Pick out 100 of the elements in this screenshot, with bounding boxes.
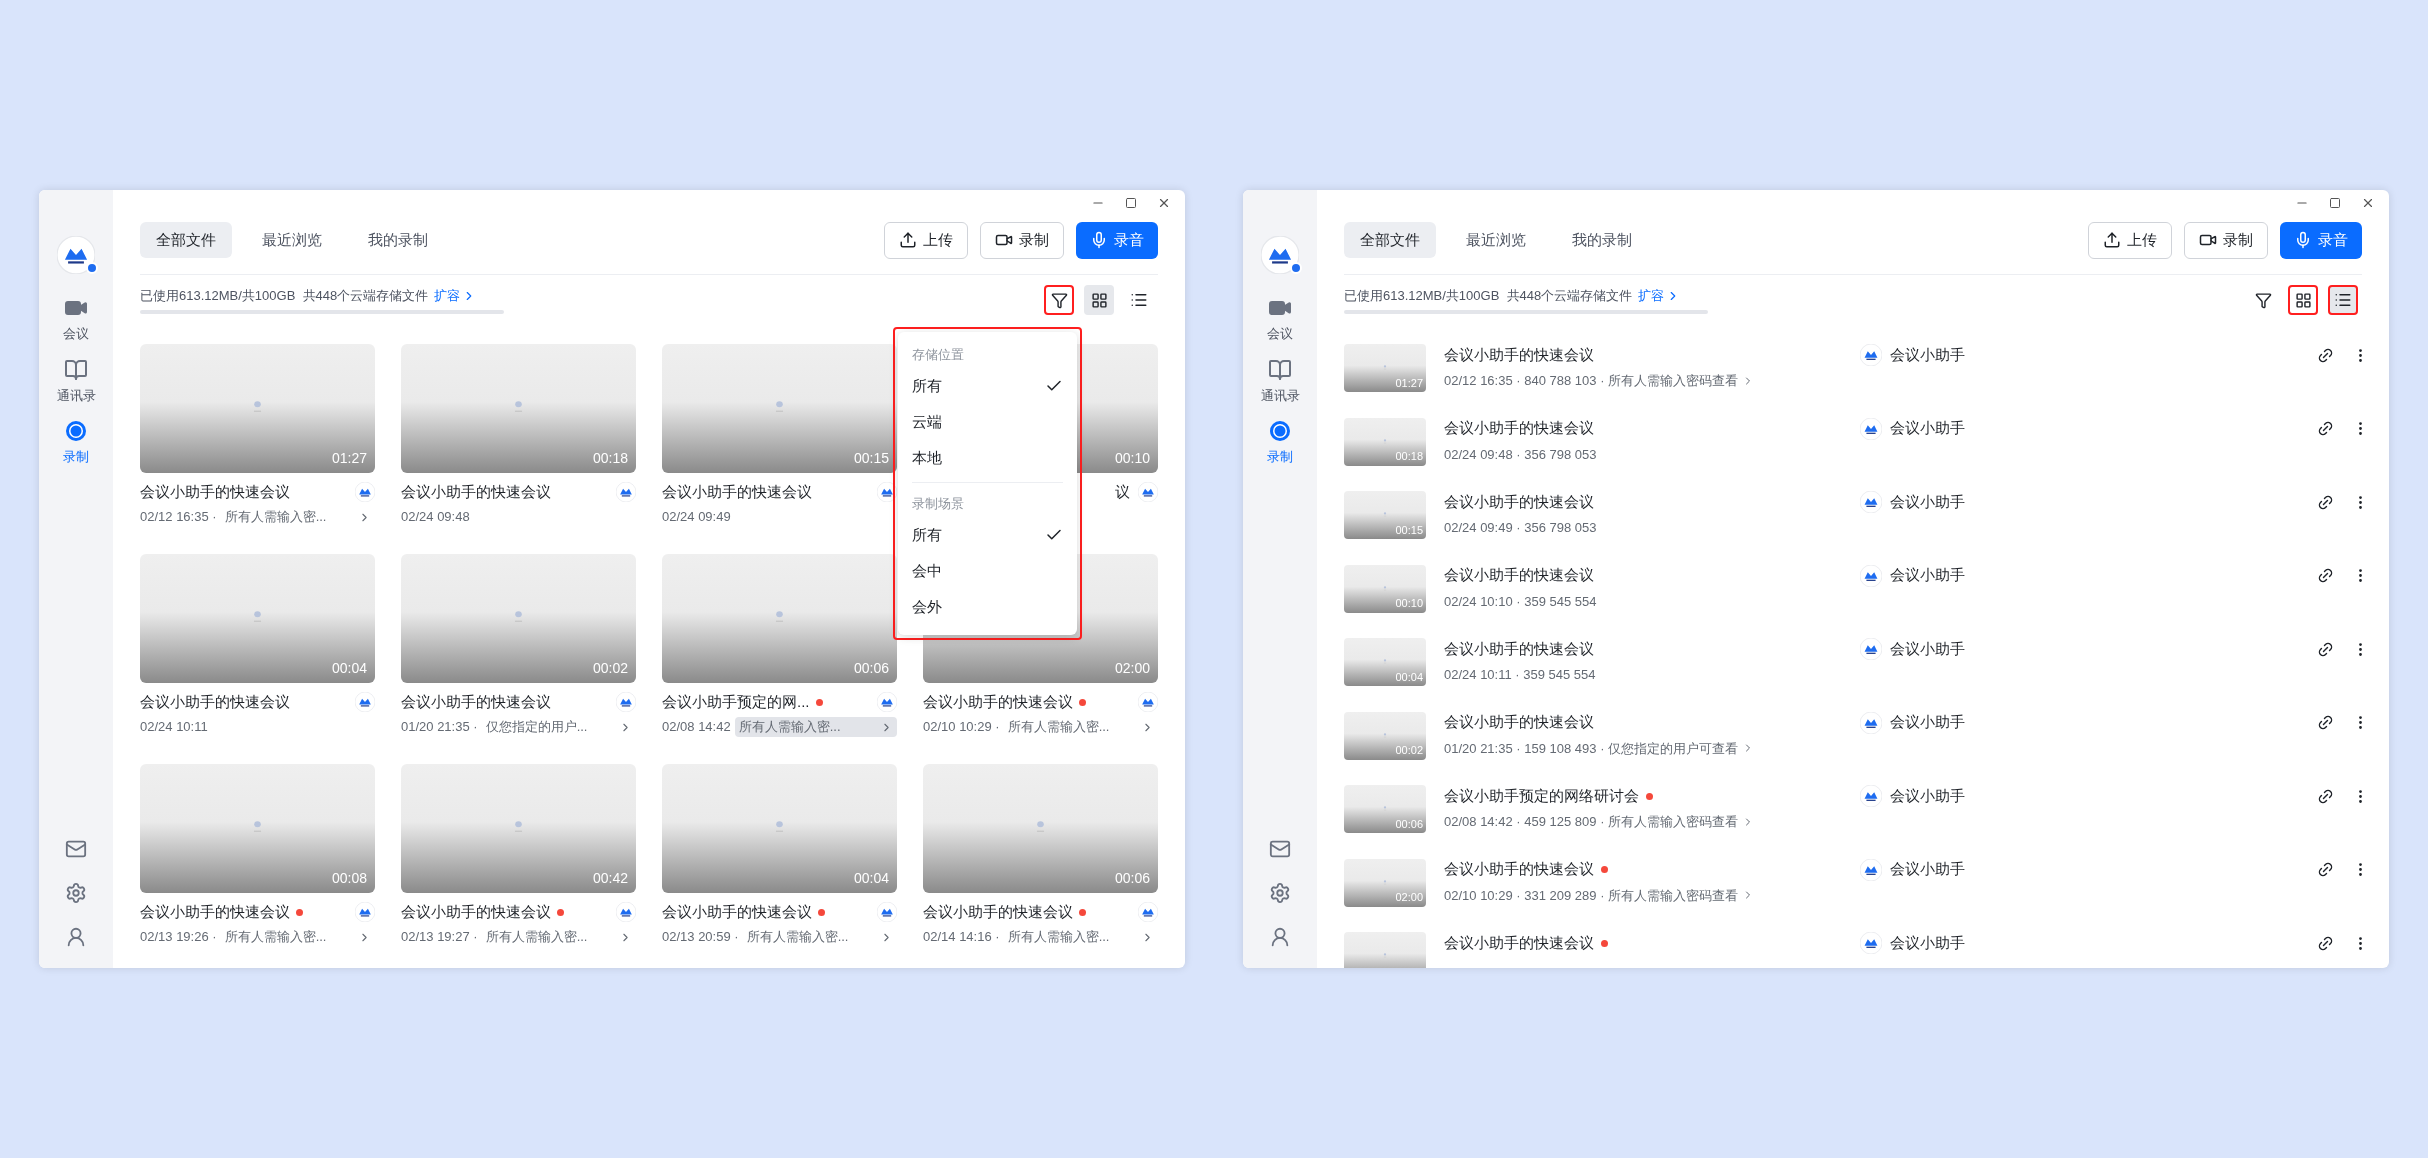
file-title[interactable]: 会议小助手的快速会议 [662, 480, 869, 504]
tab[interactable]: 最近浏览 [246, 222, 338, 258]
user-icon[interactable] [1269, 926, 1291, 948]
app-logo-icon [1860, 491, 1882, 513]
tab[interactable]: 全部文件 [140, 222, 232, 258]
filter-button[interactable] [1044, 285, 1074, 315]
access-link[interactable]: 所有人需输入密... [1003, 717, 1158, 737]
file-title[interactable]: 会议小助手的快速会议 [401, 900, 608, 924]
access-link[interactable]: 所有人需输入密码查看 [1608, 812, 1755, 832]
sidebar-item[interactable]: 通讯录 [56, 357, 96, 405]
tab[interactable]: 全部文件 [1344, 222, 1436, 258]
access-link[interactable]: 所有人需输入密... [220, 507, 375, 527]
expand-link[interactable]: 扩容 [1638, 286, 1681, 306]
owner-name: 会议小助手 [1890, 859, 1965, 880]
action-button[interactable]: 录音 [1076, 221, 1158, 259]
list-button[interactable] [2328, 285, 2358, 315]
sidebar-item[interactable]: 通讯录 [1260, 357, 1300, 405]
menu-option[interactable]: 所有 [912, 517, 1063, 553]
mail-icon[interactable] [1269, 838, 1291, 860]
tab[interactable]: 我的录制 [1556, 222, 1648, 258]
sidebar-item[interactable]: 会议 [1260, 296, 1300, 344]
access-link[interactable]: 仅您指定的用户... [481, 717, 636, 737]
maximize-icon[interactable] [1125, 197, 1137, 209]
action-button[interactable]: 上传 [884, 221, 968, 259]
duration: 00:08 [331, 869, 367, 888]
grid-icon [1090, 291, 1108, 309]
access-link[interactable]: 所有人需输入密码查看 [1608, 885, 1755, 905]
file-title[interactable]: 会议小助手的快速会议 [401, 690, 608, 714]
close-icon[interactable] [2361, 196, 2375, 210]
mail-icon[interactable] [65, 838, 87, 860]
storage-info: 已使用613.12MB/共100GB 共448个云端存储文件 [1344, 287, 1633, 306]
upload-icon [2103, 231, 2121, 249]
file-title[interactable]: 会议小助手的快速会议 [140, 900, 347, 924]
grid-button[interactable] [1084, 285, 1114, 315]
close-icon[interactable] [1157, 196, 1171, 210]
file-title[interactable]: 会议小助手的快速会议 [1444, 417, 1860, 440]
file-meta: 02/24 10:11 · 359 545 554 [1444, 666, 1596, 684]
file-title[interactable]: 会议小助手的快速会议 [923, 900, 1130, 924]
action-button[interactable]: 录制 [980, 221, 1064, 259]
duration: 00:18 [1395, 449, 1423, 464]
owner-name: 会议小助手 [1890, 565, 1965, 586]
tab[interactable]: 我的录制 [352, 222, 444, 258]
maximize-icon[interactable] [2329, 197, 2341, 209]
menu-option[interactable]: 会外 [912, 589, 1063, 625]
file-title[interactable]: 议 [1115, 480, 1130, 504]
record-icon [64, 419, 88, 443]
access-link[interactable]: 所有人需输入密码查看 [1608, 371, 1755, 391]
access-link[interactable]: 所有人需输入密... [1003, 927, 1158, 947]
app-logo-icon [1138, 902, 1158, 922]
duration: 00:04 [1395, 669, 1423, 685]
file-title[interactable]: 会议小助手的快速会议 [923, 690, 1130, 714]
storage-info: 已使用613.12MB/共100GB 共448个云端存储文件 [140, 287, 429, 306]
app-logo-icon [57, 236, 95, 274]
grid-button[interactable] [2288, 285, 2318, 315]
file-title[interactable]: 会议小助手预定的网... [662, 690, 869, 714]
duration: 00:10 [1114, 449, 1150, 468]
file-title[interactable]: 会议小助手的快速会议 [140, 480, 347, 504]
access-link[interactable]: 所有人需输入密... [481, 927, 636, 947]
owner-name: 会议小助手 [1890, 712, 1965, 733]
user-icon[interactable] [65, 926, 87, 948]
tab[interactable]: 最近浏览 [1450, 222, 1542, 258]
access-link[interactable]: 仅您指定的用户可查看 [1608, 738, 1755, 758]
duration: 00:02 [592, 659, 628, 678]
settings-icon[interactable] [1269, 882, 1291, 904]
file-meta: 02/24 09:48 · 356 798 053 [1444, 445, 1597, 464]
expand-link[interactable]: 扩容 [434, 286, 477, 306]
list-icon [1130, 291, 1148, 309]
file-title[interactable]: 会议小助手的快速会议 [1444, 564, 1860, 587]
access-link[interactable]: 所有人需输入密... [220, 927, 375, 947]
file-title[interactable]: 会议小助手的快速会议 [401, 480, 608, 504]
app-logo-icon [1860, 564, 1882, 587]
settings-icon[interactable] [65, 882, 87, 904]
sidebar-item[interactable]: 录制 [56, 419, 96, 467]
menu-option[interactable]: 所有 [912, 368, 1063, 404]
file-title[interactable]: 会议小助手的快速会议 [1444, 932, 1860, 954]
action-button[interactable]: 录制 [2184, 221, 2268, 259]
file-title[interactable]: 会议小助手的快速会议 [662, 900, 869, 924]
file-title[interactable]: 会议小助手的快速会议 [140, 690, 347, 714]
file-title[interactable]: 会议小助手的快速会议 [1444, 858, 1860, 881]
access-link[interactable]: 所有人需输入密... [742, 927, 897, 947]
sidebar-item[interactable]: 会议 [56, 296, 96, 344]
file-date: 02/14 14:16 · [923, 928, 1000, 947]
file-title[interactable]: 会议小助手的快速会议 [1444, 638, 1860, 660]
file-date: 02/24 09:49 [662, 508, 731, 527]
app-logo-icon [1261, 236, 1299, 274]
record-icon [1268, 419, 1292, 443]
menu-option[interactable]: 本地 [912, 440, 1063, 476]
duration: 00:04 [853, 869, 889, 888]
menu-option[interactable]: 会中 [912, 553, 1063, 589]
file-title[interactable]: 会议小助手的快速会议 [1444, 711, 1860, 734]
file-title[interactable]: 会议小助手预定的网络研讨会 [1444, 785, 1860, 807]
action-button[interactable]: 录音 [2280, 221, 2362, 259]
sidebar-item[interactable]: 录制 [1260, 419, 1300, 467]
file-title[interactable]: 会议小助手的快速会议 [1444, 344, 1860, 366]
menu-option[interactable]: 云端 [912, 404, 1063, 440]
file-title[interactable]: 会议小助手的快速会议 [1444, 491, 1860, 513]
duration: 00:02 [1395, 743, 1423, 758]
badge-icon [86, 262, 98, 274]
access-link[interactable]: 所有人需输入密... [734, 717, 897, 737]
action-button[interactable]: 上传 [2088, 221, 2172, 259]
